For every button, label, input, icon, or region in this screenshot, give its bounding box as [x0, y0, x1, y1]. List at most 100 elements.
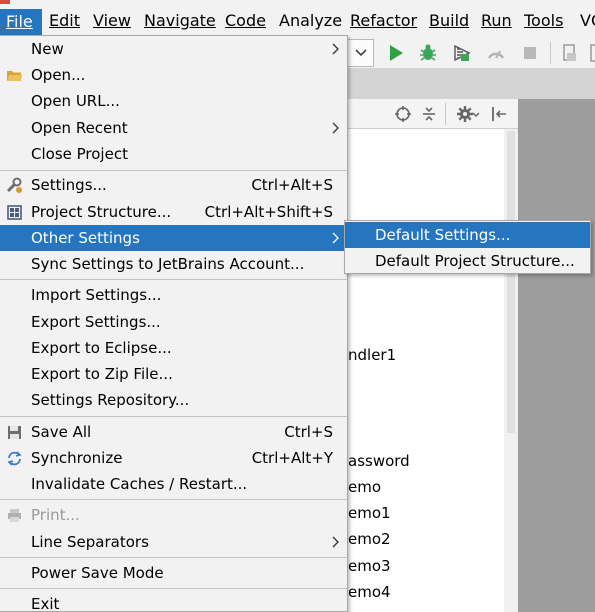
chevron-down-icon — [355, 49, 367, 57]
menu-item-label: Print... — [31, 506, 80, 524]
scrollbar-thumb[interactable] — [507, 131, 515, 433]
menu-separator — [0, 557, 347, 558]
tree-item[interactable]: emo2 — [348, 528, 391, 550]
menu-build[interactable]: Build — [429, 8, 469, 34]
menu-item-export-eclipse[interactable]: Export to Eclipse... — [0, 335, 347, 361]
project-structure-icon — [7, 205, 22, 220]
tree-item[interactable]: emo — [348, 476, 381, 498]
menu-item-synchronize[interactable]: Synchronize Ctrl+Alt+Y — [0, 445, 347, 471]
chevron-right-icon — [332, 232, 339, 244]
chevron-down-icon[interactable] — [472, 105, 480, 123]
menu-item-project-structure[interactable]: Project Structure... Ctrl+Alt+Shift+S — [0, 199, 347, 225]
hide-panel-icon[interactable] — [490, 105, 508, 123]
menu-item-label: Save All — [31, 423, 92, 441]
menu-file[interactable]: File — [0, 9, 42, 35]
menu-item-settings[interactable]: Settings... Ctrl+Alt+S — [0, 172, 347, 198]
project-tree-scrollbar[interactable] — [504, 129, 518, 612]
menu-run[interactable]: Run — [481, 8, 512, 34]
menu-item-open[interactable]: Open... — [0, 62, 347, 88]
settings-wrench-icon — [6, 177, 22, 193]
menu-refactor-label: Refactor — [350, 11, 418, 30]
file-menu-dropdown: New Open... Open URL... Open Recent Clos… — [0, 35, 348, 612]
menu-item-label: Invalidate Caches / Restart... — [31, 475, 248, 493]
submenu-item-default-project-structure[interactable]: Default Project Structure... — [345, 248, 590, 274]
menu-item-label: Import Settings... — [31, 286, 162, 304]
menu-code[interactable]: Code — [225, 8, 266, 34]
menu-refactor[interactable]: Refactor — [350, 8, 417, 34]
menu-view[interactable]: View — [93, 8, 131, 34]
menu-item-invalidate-caches[interactable]: Invalidate Caches / Restart... — [0, 471, 347, 497]
menu-item-close-project[interactable]: Close Project — [0, 141, 347, 167]
menu-separator — [0, 416, 347, 417]
menu-item-new[interactable]: New — [0, 36, 347, 62]
menu-separator — [0, 279, 347, 280]
editor-empty-area — [518, 99, 595, 612]
main-toolbar — [348, 38, 595, 68]
menu-separator — [0, 170, 347, 171]
menu-item-label: Line Separators — [31, 533, 149, 551]
debug-icon[interactable] — [418, 43, 438, 63]
menu-run-label: Run — [481, 11, 512, 30]
tree-item[interactable]: emo3 — [348, 555, 391, 577]
tree-item[interactable]: emo4 — [348, 581, 391, 603]
menu-item-shortcut: Ctrl+Alt+Y — [251, 449, 333, 467]
menu-item-power-save-mode[interactable]: Power Save Mode — [0, 560, 347, 586]
toolbar-separator — [550, 42, 551, 64]
menu-item-export-settings[interactable]: Export Settings... — [0, 309, 347, 335]
menu-analyze[interactable]: Analyze — [279, 8, 342, 34]
menu-item-settings-repository[interactable]: Settings Repository... — [0, 387, 347, 413]
menu-view-label: View — [93, 11, 131, 30]
tree-item[interactable]: assword — [348, 450, 410, 472]
run-with-coverage-icon[interactable] — [452, 43, 472, 63]
other-settings-submenu: Default Settings... Default Project Stru… — [344, 220, 591, 274]
run-config-dropdown[interactable] — [348, 39, 374, 67]
project-panel-header — [348, 99, 518, 129]
menu-item-line-separators[interactable]: Line Separators — [0, 529, 347, 555]
menu-navigate[interactable]: Navigate — [144, 8, 216, 34]
menu-item-other-settings[interactable]: Other Settings — [0, 225, 347, 251]
menu-item-save-all[interactable]: Save All Ctrl+S — [0, 419, 347, 445]
print-icon — [8, 509, 21, 522]
menu-item-open-recent[interactable]: Open Recent — [0, 115, 347, 141]
menu-vcs[interactable]: VC — [580, 8, 595, 34]
tree-item[interactable]: emo1 — [348, 502, 391, 524]
stop-icon[interactable] — [520, 43, 540, 63]
run-icon[interactable] — [386, 43, 406, 63]
save-icon — [8, 426, 21, 439]
menu-item-label: Settings... — [31, 176, 107, 194]
locate-target-icon[interactable] — [394, 105, 412, 123]
collapse-all-icon[interactable] — [420, 105, 438, 123]
project-structure-toolbar-icon[interactable] — [560, 43, 580, 63]
menu-item-exit[interactable]: Exit — [0, 591, 347, 612]
menu-vcs-label: VC — [580, 11, 595, 30]
profiler-icon[interactable] — [486, 43, 506, 63]
menu-edit[interactable]: Edit — [49, 8, 80, 34]
menu-item-shortcut: Ctrl+S — [284, 423, 333, 441]
menu-item-label: Sync Settings to JetBrains Account... — [31, 255, 305, 273]
menu-item-import-settings[interactable]: Import Settings... — [0, 282, 347, 308]
submenu-item-default-settings[interactable]: Default Settings... — [345, 222, 590, 248]
menu-item-label: Exit — [31, 595, 60, 612]
menu-item-export-zip[interactable]: Export to Zip File... — [0, 361, 347, 387]
tree-item[interactable]: ndler1 — [348, 344, 396, 366]
menu-item-open-url[interactable]: Open URL... — [0, 88, 347, 114]
menu-item-label: Power Save Mode — [31, 564, 164, 582]
menu-item-label: Close Project — [31, 145, 128, 163]
menu-tools[interactable]: Tools — [524, 8, 563, 34]
chevron-right-icon — [332, 122, 339, 134]
menu-item-shortcut: Ctrl+Alt+S — [251, 176, 333, 194]
menu-item-label: Export Settings... — [31, 313, 161, 331]
menu-item-sync-settings[interactable]: Sync Settings to JetBrains Account... — [0, 251, 347, 277]
menu-edit-label: Edit — [49, 11, 80, 30]
submenu-item-label: Default Project Structure... — [375, 252, 575, 270]
panel-header-separator — [445, 103, 446, 125]
search-everywhere-icon[interactable] — [588, 43, 595, 63]
menu-item-label: Settings Repository... — [31, 391, 190, 409]
menu-item-print[interactable]: Print... — [0, 502, 347, 528]
menu-tools-label: Tools — [524, 11, 564, 30]
chevron-right-icon — [332, 536, 339, 548]
menu-item-label: Export to Eclipse... — [31, 339, 172, 357]
menu-separator — [0, 588, 347, 589]
synchronize-icon — [7, 451, 22, 466]
menu-item-label: Export to Zip File... — [31, 365, 173, 383]
